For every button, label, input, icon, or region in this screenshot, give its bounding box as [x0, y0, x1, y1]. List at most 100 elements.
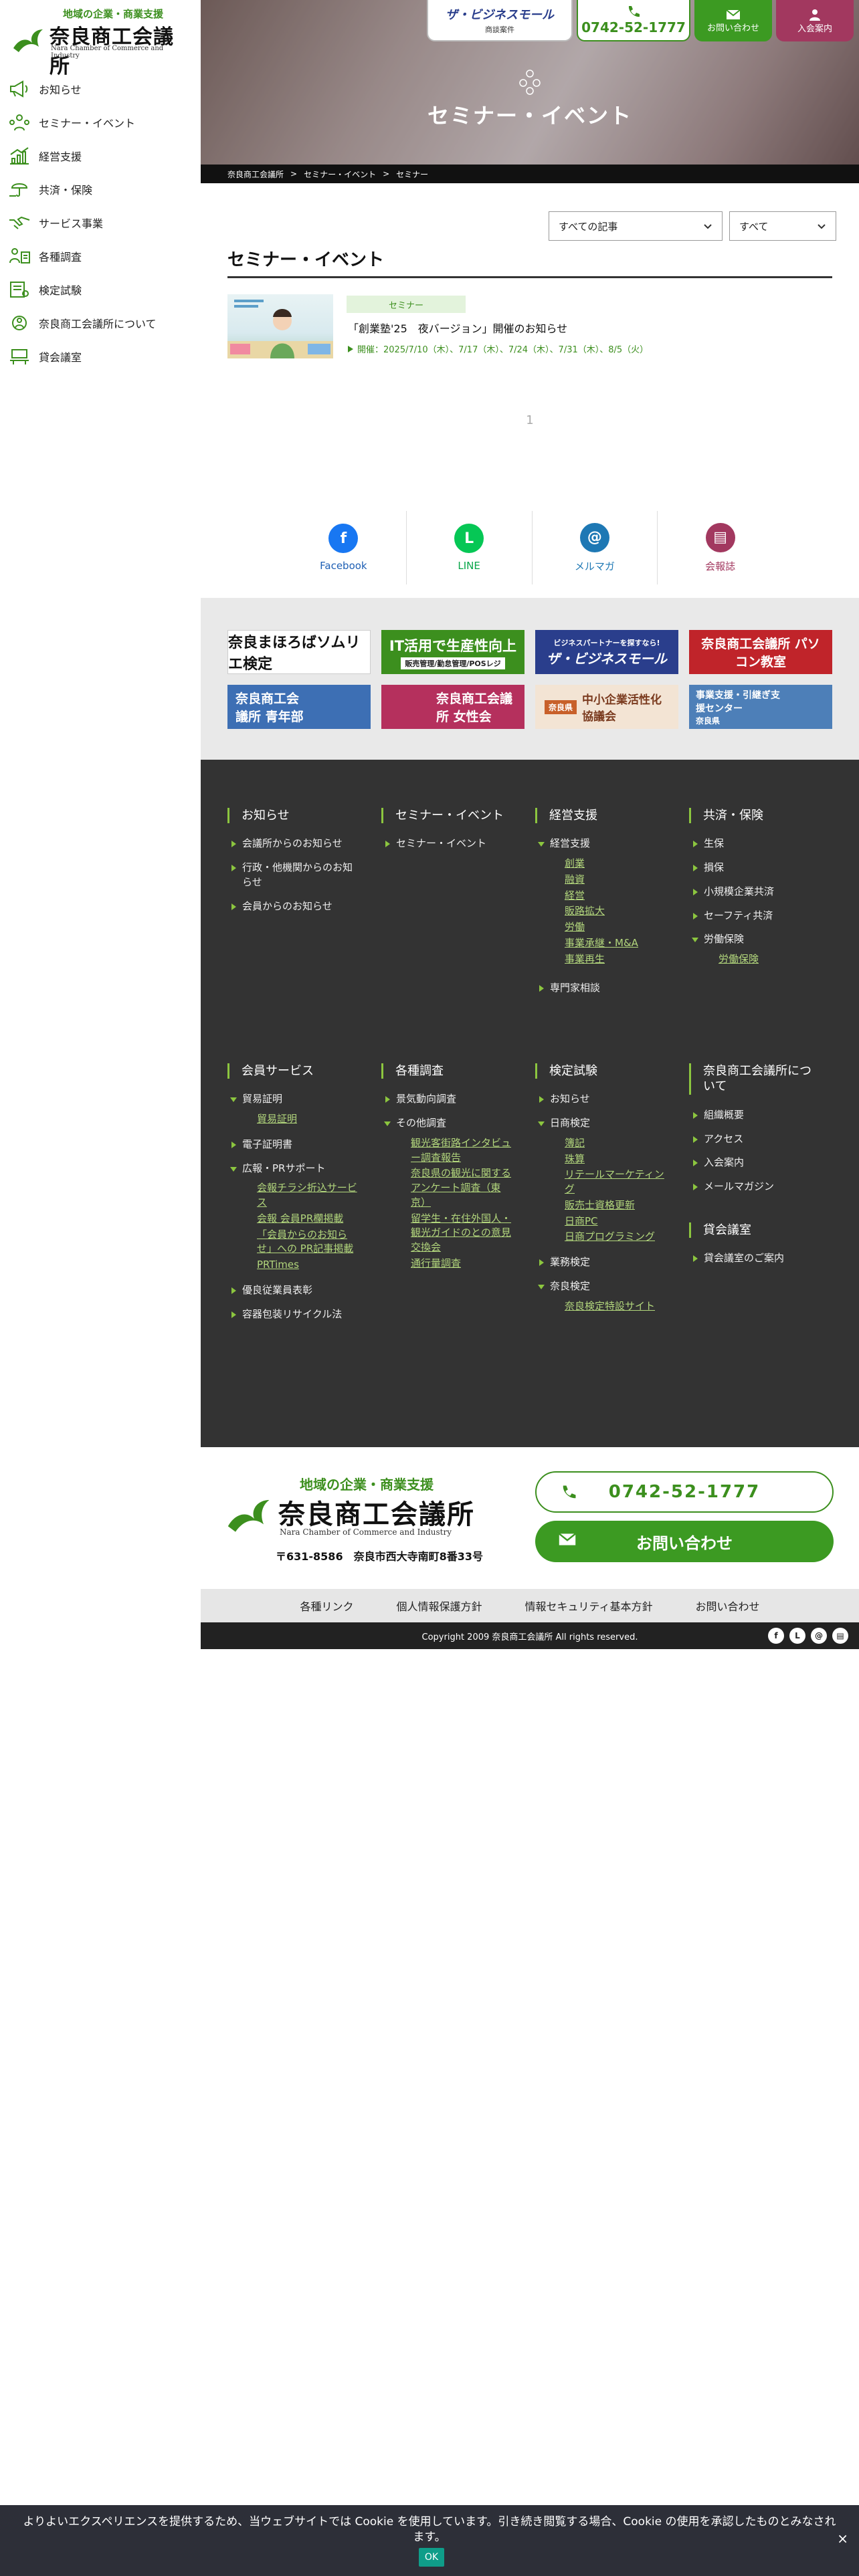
footer-sublink[interactable]: 労働保険	[689, 952, 823, 967]
sidebar-item-news[interactable]: お知らせ	[0, 72, 201, 106]
footer-link[interactable]: 労働保険	[689, 932, 823, 947]
footer-link[interactable]: メールマガジン	[689, 1180, 823, 1194]
footer-sublink[interactable]: 通行量調査	[381, 1257, 515, 1271]
footer-sublink[interactable]: PRTimes	[227, 1258, 361, 1273]
footer-link[interactable]: 貿易証明	[227, 1092, 361, 1107]
sidebar-item-management[interactable]: 経営支援	[0, 139, 201, 173]
bulletin-link[interactable]: ▤ 会報誌	[658, 511, 783, 584]
footer-link[interactable]: 行政・他機関からのお知らせ	[227, 861, 361, 890]
cookie-ok-button[interactable]: OK	[419, 2548, 444, 2567]
sidebar-item-services[interactable]: サービス事業	[0, 206, 201, 239]
footer-link[interactable]: 業務検定	[535, 1255, 669, 1270]
footer-link[interactable]: 経営支援	[535, 837, 669, 851]
footer-col-heading[interactable]: 経営支援	[535, 808, 669, 824]
footer-link[interactable]: 広報・PRサポート	[227, 1162, 361, 1176]
footer-link[interactable]: その他調査	[381, 1116, 515, 1131]
header-contact-button[interactable]: お問い合わせ	[694, 0, 772, 41]
footer-sublink[interactable]: 「会員からのお知らせ」への PR記事掲載	[227, 1228, 361, 1257]
footer-col-heading[interactable]: セミナー・イベント	[381, 808, 515, 824]
footer-link[interactable]: 景気動向調査	[381, 1092, 515, 1107]
mail-magazine-icon[interactable]: @	[811, 1628, 827, 1644]
footer-sublink[interactable]: 創業	[535, 857, 669, 871]
banner-succession[interactable]: 事業支援・引継ぎ支援センター 奈良県	[689, 685, 832, 729]
footer-col-heading[interactable]: お知らせ	[227, 808, 361, 824]
footer-phone-button[interactable]: 0742-52-1777	[535, 1471, 834, 1513]
line-link[interactable]: L LINE	[407, 511, 533, 584]
facebook-link[interactable]: f Facebook	[281, 511, 407, 584]
link-various[interactable]: 各種リンク	[278, 1589, 375, 1622]
footer-col-heading[interactable]: 奈良商工会議所について	[689, 1063, 823, 1095]
footer-sublink[interactable]: 奈良県の観光に関するアンケート調査（東京）	[381, 1166, 515, 1210]
footer-sublink[interactable]: 事業再生	[535, 952, 669, 967]
footer-contact-button[interactable]: お問い合わせ	[535, 1521, 834, 1562]
link-privacy[interactable]: 個人情報保護方針	[375, 1589, 503, 1622]
footer-sublink[interactable]: 留学生・在住外国人・観光ガイドのとの意見交換会	[381, 1212, 515, 1255]
footer-sublink[interactable]: 簿記	[535, 1136, 669, 1151]
footer-sublink[interactable]: 会報チラシ折込サービス	[227, 1181, 361, 1210]
footer-link[interactable]: 電子証明書	[227, 1138, 361, 1152]
sidebar-item-rooms[interactable]: 貸会議室	[0, 340, 201, 373]
facebook-icon[interactable]: f	[768, 1628, 784, 1644]
footer-sublink[interactable]: 奈良検定特設サイト	[535, 1299, 669, 1314]
footer-link[interactable]: 会員からのお知らせ	[227, 899, 361, 914]
footer-link[interactable]: 生保	[689, 837, 823, 851]
post-title[interactable]: 「創業塾'25 夜バージョン」開催のお知らせ	[348, 320, 567, 336]
header-phone-link[interactable]: 0742-52-1777	[577, 0, 690, 41]
banner-activation[interactable]: 奈良県 中小企業活性化協議会	[535, 685, 678, 729]
footer-link[interactable]: 組織概要	[689, 1108, 823, 1123]
banner-pc-class[interactable]: 奈良商工会議所 パソコン教室	[689, 630, 832, 674]
breadcrumb-seminar[interactable]: セミナー・イベント	[304, 169, 376, 180]
footer-link[interactable]: 容器包装リサイクル法	[227, 1307, 361, 1322]
bulletin-icon[interactable]: ▤	[832, 1628, 848, 1644]
banner-women[interactable]: 奈良商工会議所 女性会	[381, 685, 524, 729]
link-security-policy[interactable]: 情報セキュリティ基本方針	[503, 1589, 674, 1622]
breadcrumb-home[interactable]: 奈良商工会議所	[227, 169, 284, 180]
banner-youth[interactable]: 奈良商工会議所 青年部	[227, 685, 371, 729]
footer-sublink[interactable]: 日商プログラミング	[535, 1230, 669, 1245]
footer-sublink[interactable]: 労働	[535, 920, 669, 935]
footer-col-heading[interactable]: 共済・保険	[689, 808, 823, 824]
footer-link[interactable]: 小規模企業共済	[689, 885, 823, 899]
footer-link[interactable]: 入会案内	[689, 1156, 823, 1170]
footer-sublink[interactable]: 観光客街路インタビュー調査報告	[381, 1136, 515, 1166]
footer-sublink[interactable]: 日商PC	[535, 1214, 669, 1229]
banner-bizmall[interactable]: ビジネスパートナーを探すなら! ザ・ビジネスモール	[535, 630, 678, 674]
banner-sommelier[interactable]: 奈良まほろばソムリエ検定	[227, 630, 371, 674]
footer-link[interactable]: 優良従業員表彰	[227, 1283, 361, 1298]
footer-link[interactable]: セミナー・イベント	[381, 837, 515, 851]
footer-link[interactable]: お知らせ	[535, 1092, 669, 1107]
footer-col-heading[interactable]: 検定試験	[535, 1063, 669, 1079]
footer-sublink[interactable]: 会報 会員PR欄掲載	[227, 1212, 361, 1226]
footer-link[interactable]: 専門家相談	[535, 981, 669, 996]
site-logo[interactable]: 地域の企業・商業支援 奈良商工会議所 Nara Chamber of Comme…	[12, 7, 193, 78]
mailmagazine-link[interactable]: @ メルマガ	[533, 511, 658, 584]
list-item[interactable]: セミナー 「創業塾'25 夜バージョン」開催のお知らせ 開催：2025/7/10…	[227, 294, 832, 361]
footer-link[interactable]: 日商検定	[535, 1116, 669, 1131]
footer-sublink[interactable]: 経営	[535, 889, 669, 903]
sidebar-item-insurance[interactable]: 共済・保険	[0, 173, 201, 206]
footer-link[interactable]: 奈良検定	[535, 1279, 669, 1294]
post-thumbnail[interactable]	[227, 294, 333, 358]
business-mall-link[interactable]: ザ・ビジネスモール 商談案件	[427, 0, 573, 41]
banner-it[interactable]: IT活用で生産性向上 販売管理/勤怠管理/POSレジ	[381, 630, 524, 674]
header-join-button[interactable]: 入会案内	[776, 0, 854, 41]
footer-sublink[interactable]: 販路拡大	[535, 904, 669, 919]
footer-col-heading[interactable]: 貸会議室	[689, 1222, 823, 1239]
footer-link[interactable]: アクセス	[689, 1132, 823, 1147]
sidebar-item-research[interactable]: 各種調査	[0, 239, 201, 273]
footer-sublink[interactable]: リテールマーケティング	[535, 1168, 669, 1197]
sidebar-item-exams[interactable]: 検定試験	[0, 273, 201, 306]
footer-sublink[interactable]: 貿易証明	[227, 1112, 361, 1127]
sidebar-item-about[interactable]: 奈良商工会議所について	[0, 306, 201, 340]
link-contact[interactable]: お問い合わせ	[674, 1589, 781, 1622]
footer-sublink[interactable]: 融資	[535, 873, 669, 887]
footer-link[interactable]: 損保	[689, 861, 823, 875]
page-number[interactable]: 1	[526, 413, 533, 427]
footer-sublink[interactable]: 珠算	[535, 1152, 669, 1167]
footer-logo[interactable]: 地域の企業・商業支援 奈良商工会議所 Nara Chamber of Comme…	[226, 1474, 494, 1537]
category-filter-select[interactable]: すべて	[729, 211, 836, 241]
article-filter-select[interactable]: すべての記事	[549, 211, 723, 241]
footer-link[interactable]: セーフティ共済	[689, 909, 823, 924]
footer-link[interactable]: 会議所からのお知らせ	[227, 837, 361, 851]
line-icon[interactable]: L	[789, 1628, 805, 1644]
